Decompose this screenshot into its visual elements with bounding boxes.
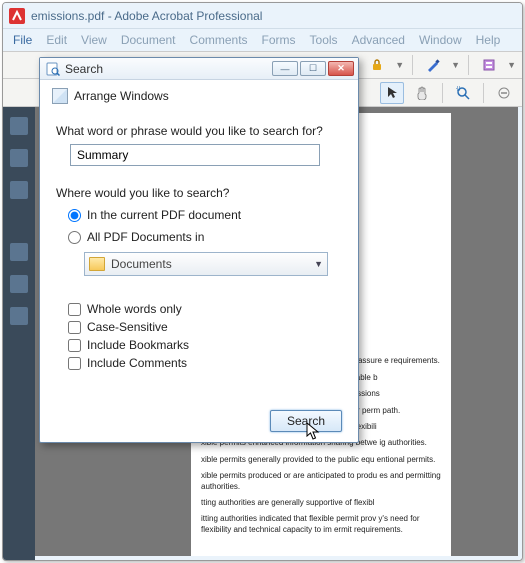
radio-current-document-input[interactable] bbox=[68, 209, 81, 222]
select-tool[interactable] bbox=[380, 82, 404, 104]
check-include-bookmarks-label: Include Bookmarks bbox=[87, 338, 189, 352]
minimize-button[interactable]: — bbox=[272, 61, 298, 76]
radio-all-documents-label: All PDF Documents in bbox=[87, 230, 204, 244]
forms-button[interactable] bbox=[477, 54, 501, 76]
body-paragraph: tting authorities are generally supporti… bbox=[201, 498, 441, 508]
check-include-comments-input[interactable] bbox=[68, 357, 81, 370]
menu-help[interactable]: Help bbox=[476, 33, 501, 47]
menu-edit[interactable]: Edit bbox=[46, 33, 67, 47]
pages-panel-icon[interactable] bbox=[10, 117, 28, 135]
hand-tool[interactable] bbox=[410, 82, 434, 104]
radio-current-document-label: In the current PDF document bbox=[87, 208, 241, 222]
search-icon bbox=[46, 62, 60, 76]
maximize-button[interactable]: ☐ bbox=[300, 61, 326, 76]
check-include-comments-label: Include Comments bbox=[87, 356, 187, 370]
check-include-comments[interactable]: Include Comments bbox=[68, 356, 342, 370]
howto-panel-icon[interactable] bbox=[10, 243, 28, 261]
search-location-combo[interactable]: Documents ▼ bbox=[84, 252, 328, 276]
marquee-zoom-tool[interactable] bbox=[451, 82, 475, 104]
menubar: File Edit View Document Comments Forms T… bbox=[3, 29, 522, 51]
check-whole-words-input[interactable] bbox=[68, 303, 81, 316]
acrobat-main-window: emissions.pdf - Adobe Acrobat Profession… bbox=[3, 3, 522, 560]
menu-tools[interactable]: Tools bbox=[310, 33, 338, 47]
body-paragraph: xible permits produced or are anticipate… bbox=[201, 471, 441, 492]
zoom-out-button[interactable] bbox=[492, 82, 516, 104]
menu-file[interactable]: File bbox=[13, 33, 32, 47]
check-include-bookmarks[interactable]: Include Bookmarks bbox=[68, 338, 342, 352]
menu-forms[interactable]: Forms bbox=[262, 33, 296, 47]
app-icon bbox=[9, 8, 25, 24]
check-whole-words-label: Whole words only bbox=[87, 302, 182, 316]
search-dialog-title: Search bbox=[65, 62, 272, 76]
menu-document[interactable]: Document bbox=[121, 33, 176, 47]
check-include-bookmarks-input[interactable] bbox=[68, 339, 81, 352]
comments-panel-icon[interactable] bbox=[10, 307, 28, 325]
folder-icon bbox=[89, 257, 105, 271]
menu-comments[interactable]: Comments bbox=[190, 33, 248, 47]
menu-view[interactable]: View bbox=[81, 33, 107, 47]
close-button[interactable]: ✕ bbox=[328, 61, 354, 76]
search-input[interactable] bbox=[70, 144, 320, 166]
navigation-pane bbox=[3, 107, 35, 560]
signatures-panel-icon[interactable] bbox=[10, 181, 28, 199]
secure-button[interactable] bbox=[365, 54, 389, 76]
body-paragraph: xible permits generally provided to the … bbox=[201, 455, 441, 465]
chevron-down-icon: ▼ bbox=[314, 259, 323, 269]
combo-value: Documents bbox=[111, 257, 308, 271]
menu-advanced[interactable]: Advanced bbox=[352, 33, 405, 47]
search-dialog: Search — ☐ ✕ Arrange Windows What word o… bbox=[39, 57, 359, 443]
bookmarks-panel-icon[interactable] bbox=[10, 149, 28, 167]
search-prompt: What word or phrase would you like to se… bbox=[56, 124, 342, 138]
check-case-sensitive-input[interactable] bbox=[68, 321, 81, 334]
radio-all-documents-input[interactable] bbox=[68, 231, 81, 244]
arrange-windows-icon bbox=[52, 88, 68, 104]
radio-current-document[interactable]: In the current PDF document bbox=[68, 208, 342, 222]
titlebar: emissions.pdf - Adobe Acrobat Profession… bbox=[3, 3, 522, 29]
radio-all-documents[interactable]: All PDF Documents in bbox=[68, 230, 342, 244]
window-title: emissions.pdf - Adobe Acrobat Profession… bbox=[31, 9, 262, 23]
attachments-panel-icon[interactable] bbox=[10, 275, 28, 293]
check-case-sensitive[interactable]: Case-Sensitive bbox=[68, 320, 342, 334]
sign-button[interactable] bbox=[421, 54, 445, 76]
search-button[interactable]: Search bbox=[270, 410, 342, 432]
check-whole-words[interactable]: Whole words only bbox=[68, 302, 342, 316]
menu-window[interactable]: Window bbox=[419, 33, 462, 47]
search-dialog-titlebar[interactable]: Search — ☐ ✕ bbox=[40, 58, 358, 80]
body-paragraph: itting authorities indicated that flexib… bbox=[201, 514, 441, 535]
check-case-sensitive-label: Case-Sensitive bbox=[87, 320, 168, 334]
where-prompt: Where would you like to search? bbox=[56, 186, 342, 200]
arrange-windows-link[interactable]: Arrange Windows bbox=[74, 89, 169, 103]
